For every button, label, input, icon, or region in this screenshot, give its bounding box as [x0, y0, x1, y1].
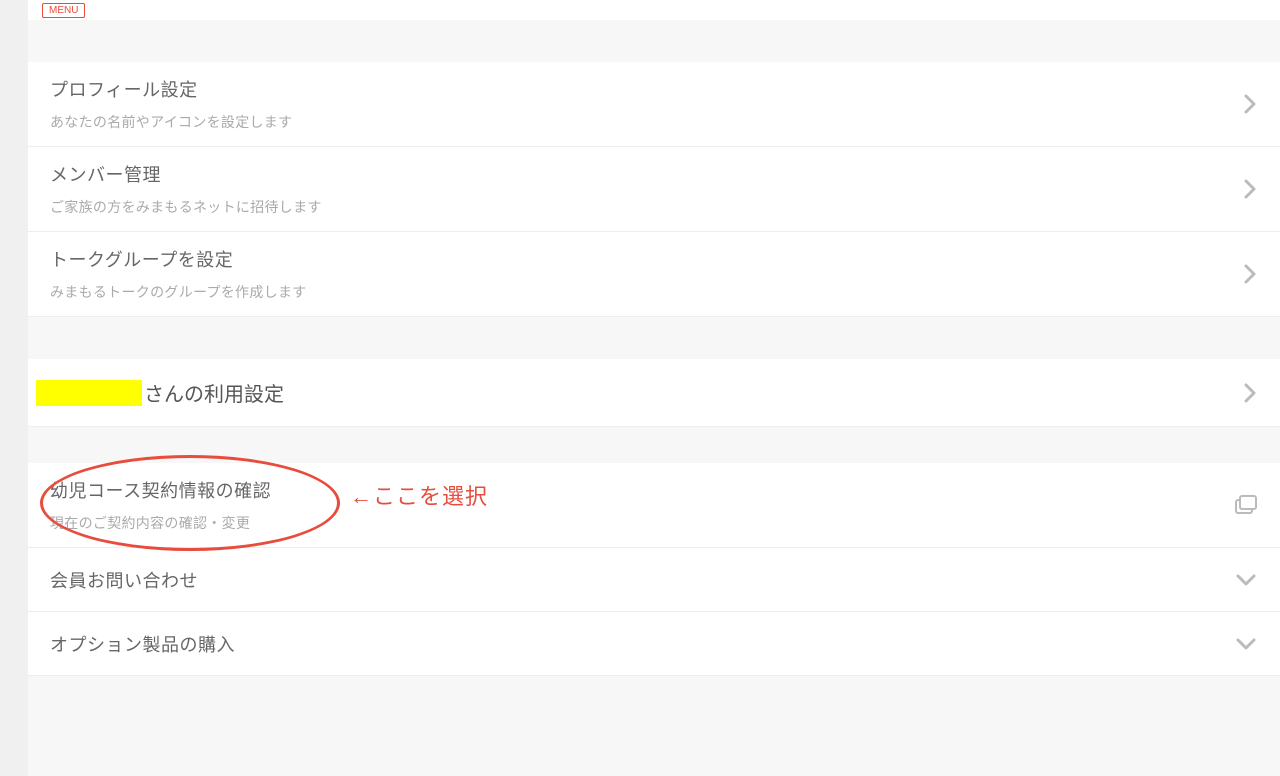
chevron-down-icon [1234, 572, 1258, 588]
item-title: メンバー管理 [50, 161, 1230, 187]
item-title: トークグループを設定 [50, 246, 1230, 272]
profile-settings-item[interactable]: プロフィール設定 あなたの名前やアイコンを設定します [28, 62, 1280, 147]
chevron-right-icon [1242, 381, 1258, 405]
redacted-name [36, 380, 142, 406]
external-link-icon [1234, 494, 1258, 516]
section-spacer [28, 317, 1280, 359]
chevron-right-icon [1242, 177, 1258, 201]
bottom-spacer [28, 676, 1280, 776]
item-title: オプション製品の購入 [50, 631, 1222, 657]
chevron-right-icon [1242, 262, 1258, 286]
member-management-item[interactable]: メンバー管理 ご家族の方をみまもるネットに招待します [28, 147, 1280, 232]
item-subtitle: あなたの名前やアイコンを設定します [50, 112, 1230, 132]
contract-info-item[interactable]: 幼児コース契約情報の確認 現在のご契約内容の確認・変更 [28, 463, 1280, 548]
menu-badge: MENU [42, 3, 85, 18]
item-subtitle: 現在のご契約内容の確認・変更 [50, 513, 1234, 533]
option-purchase-item[interactable]: オプション製品の購入 [28, 612, 1280, 676]
item-title: 会員お問い合わせ [50, 567, 1222, 593]
item-subtitle: みまもるトークのグループを作成します [50, 282, 1230, 302]
item-title: プロフィール設定 [50, 76, 1230, 102]
chevron-down-icon [1234, 636, 1258, 652]
usage-suffix: さんの利用設定 [144, 378, 284, 407]
section-spacer [28, 427, 1280, 463]
chevron-right-icon [1242, 92, 1258, 116]
usage-settings-item[interactable]: さんの利用設定 [28, 359, 1280, 427]
item-title: 幼児コース契約情報の確認 [50, 477, 1234, 503]
section-spacer [28, 20, 1280, 62]
item-subtitle: ご家族の方をみまもるネットに招待します [50, 197, 1230, 217]
member-inquiry-item[interactable]: 会員お問い合わせ [28, 548, 1280, 612]
talk-group-item[interactable]: トークグループを設定 みまもるトークのグループを作成します [28, 232, 1280, 317]
